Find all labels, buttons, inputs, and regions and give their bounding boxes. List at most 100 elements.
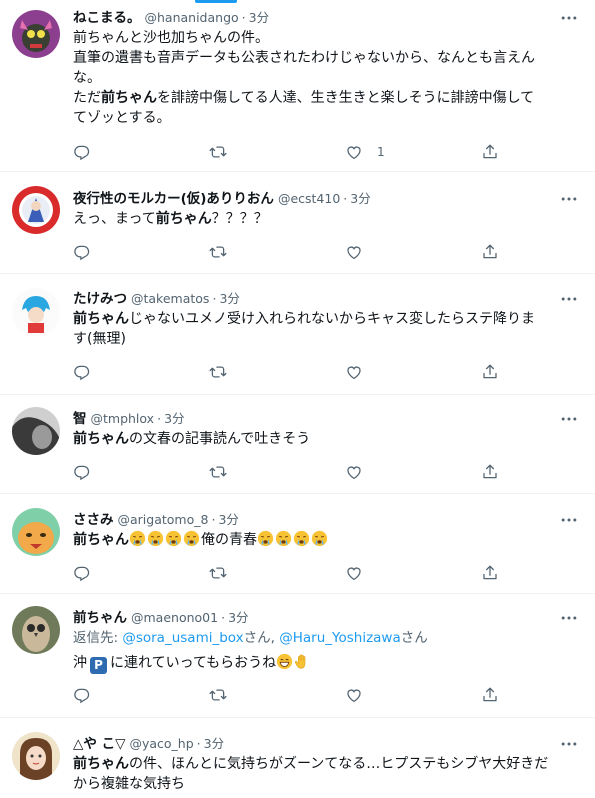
more-icon[interactable] [559,8,579,28]
like-icon [345,143,363,161]
avatar[interactable] [12,288,60,336]
timestamp[interactable]: 3分 [204,734,224,754]
text-segment: に連れていってもらおうね [110,655,277,671]
share-button[interactable] [481,463,511,481]
separator-dot: · [196,736,201,751]
highlighted-term: 前ちゃん [101,90,157,106]
avatar[interactable] [12,186,60,234]
timestamp[interactable]: 3分 [228,608,248,628]
more-icon[interactable] [559,734,579,754]
mention-link[interactable]: @sora_usami_box [122,630,243,646]
separator-dot: · [343,191,348,206]
like-button[interactable] [345,686,481,704]
display-name[interactable]: ささみ [73,510,114,530]
display-name[interactable]: ねこまる。 [73,8,141,28]
user-handle[interactable]: @ecst410 [278,189,340,209]
like-button[interactable] [345,463,481,481]
retweet-button[interactable] [209,463,345,481]
reply-button[interactable] [73,243,209,261]
tweet-text: 前ちゃんの文春の記事読んで吐きそう [73,429,579,449]
retweet-button[interactable] [209,243,345,261]
highlighted-term: 前ちゃん [155,211,212,227]
reply-icon [73,564,91,582]
more-icon[interactable] [559,289,579,309]
avatar[interactable] [12,407,60,455]
like-button[interactable]: 1 [345,143,481,161]
like-button[interactable] [345,243,481,261]
retweet-icon [209,564,227,582]
retweet-icon [209,363,227,381]
tweet[interactable]: 夜行性のモルカー(仮)ありりおん @ecst410 · 3分 えっ、まって前ちゃ… [0,172,595,274]
highlighted-term: 前ちゃん [73,311,129,327]
retweet-button[interactable] [209,686,345,704]
like-button[interactable] [345,564,481,582]
share-button[interactable] [481,564,511,582]
user-handle[interactable]: @takematos [131,289,209,309]
display-name[interactable]: 夜行性のモルカー(仮)ありりおん [73,189,274,209]
tweet[interactable]: ねこまる。 @hananidango · 3分 前ちゃんと沙也加ちゃんの件。 直… [0,0,595,172]
retweet-icon [209,143,227,161]
timestamp[interactable]: 3分 [350,189,370,209]
text-segment: ？？？？ [211,211,268,227]
user-handle[interactable]: @yaco_hp [129,734,193,754]
text-segment: えっ、まって [73,211,156,227]
highlighted-term: 前ちゃん [73,756,129,772]
like-count: 1 [377,145,385,159]
highlighted-term: 前ちゃん [73,532,129,548]
share-button[interactable] [481,143,511,161]
like-icon [345,686,363,704]
tweet[interactable]: ささみ @arigatomo_8 · 3分 前ちゃん 俺の青春 [0,494,595,594]
avatar[interactable] [12,732,60,780]
crying-face-emoji [183,530,200,547]
avatar[interactable] [12,10,60,58]
more-icon[interactable] [559,510,579,530]
reply-icon [73,143,91,161]
like-button[interactable] [345,363,481,381]
reply-button[interactable] [73,463,209,481]
reply-label: 返信先: [73,630,123,646]
display-name[interactable]: 智 [73,409,87,429]
reply-button[interactable] [73,686,209,704]
display-name[interactable]: △や こ▽ [73,734,125,754]
raised-hand-emoji [294,653,311,670]
tweet[interactable]: 前ちゃん @maenono01 · 3分 返信先: @sora_usami_bo… [0,594,595,718]
mention-link[interactable]: @Haru_Yoshizawa [279,630,401,646]
reply-button[interactable] [73,363,209,381]
retweet-button[interactable] [209,363,345,381]
share-icon [481,463,499,481]
display-name[interactable]: たけみつ [73,289,127,309]
user-handle[interactable]: @maenono01 [131,608,218,628]
like-icon [345,564,363,582]
timestamp[interactable]: 3分 [219,289,239,309]
avatar[interactable] [12,606,60,654]
tweet[interactable]: たけみつ @takematos · 3分 前ちゃんじゃないユメノ受け入れられない… [0,274,595,395]
share-button[interactable] [481,243,511,261]
avatar[interactable] [12,508,60,556]
user-handle[interactable]: @tmphlox [91,409,155,429]
more-icon[interactable] [559,608,579,628]
text-segment: 沖 [73,655,87,671]
display-name[interactable]: 前ちゃん [73,608,127,628]
timestamp[interactable]: 3分 [164,409,184,429]
user-handle[interactable]: @hananidango [145,8,239,28]
reply-icon [73,686,91,704]
more-icon[interactable] [559,189,579,209]
reply-button[interactable] [73,143,209,161]
more-icon[interactable] [559,409,579,429]
tweet[interactable]: △や こ▽ @yaco_hp · 3分 前ちゃんの件、ほんとに気持ちがズーンてな… [0,718,595,798]
retweet-button[interactable] [209,143,345,161]
share-button[interactable] [481,686,511,704]
grinning-face-emoji [276,653,293,670]
reply-suffix: さん, [243,630,280,646]
tweet[interactable]: 智 @tmphlox · 3分 前ちゃんの文春の記事読んで吐きそう [0,395,595,494]
highlighted-term: 前ちゃん [73,431,129,447]
user-handle[interactable]: @arigatomo_8 [118,510,209,530]
share-button[interactable] [481,363,511,381]
timestamp[interactable]: 3分 [249,8,269,28]
reply-button[interactable] [73,564,209,582]
crying-face-emoji [147,530,164,547]
retweet-icon [209,686,227,704]
timestamp[interactable]: 3分 [218,510,238,530]
retweet-button[interactable] [209,564,345,582]
separator-dot: · [157,411,162,426]
